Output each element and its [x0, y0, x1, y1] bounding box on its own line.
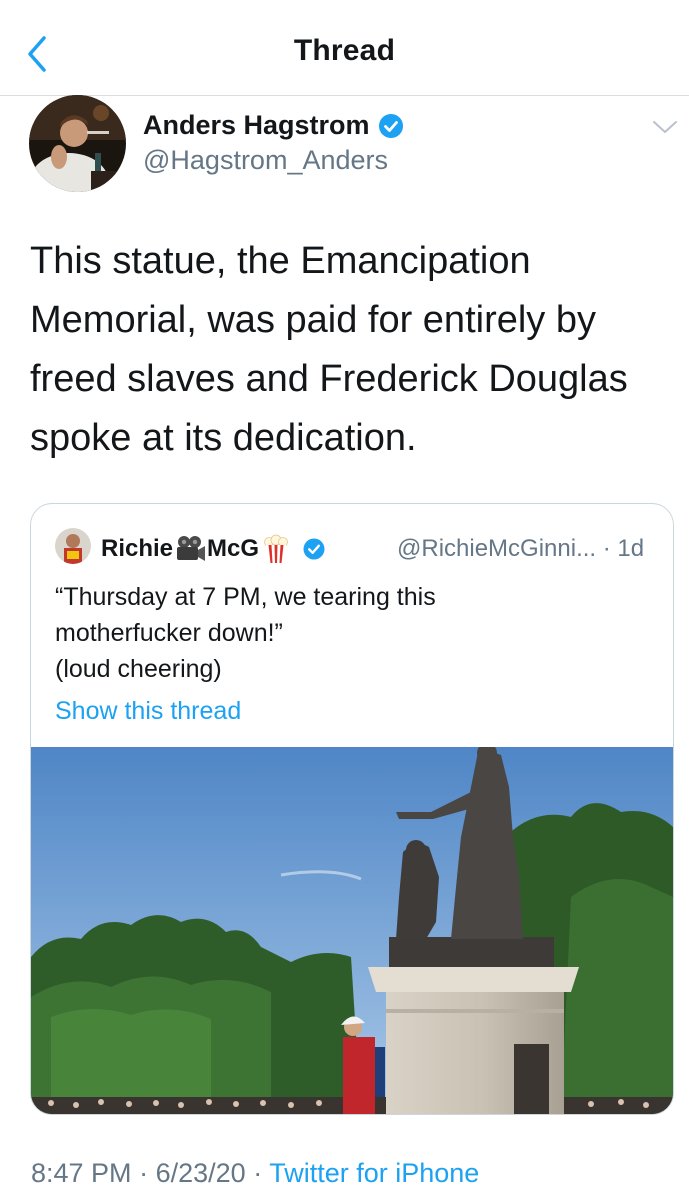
- tweet-source-link[interactable]: Twitter for iPhone: [269, 1158, 479, 1188]
- quoted-tweet-card[interactable]: Richie McG @RichieMcGinni... · 1d “Thurs…: [30, 503, 674, 1115]
- tweet-meta: 8:47 PM · 6/23/20 · Twitter for iPhone: [31, 1158, 479, 1189]
- quoted-timestamp: 1d: [617, 535, 645, 562]
- quoted-tweet-video[interactable]: [31, 743, 673, 1114]
- author-name-text: Anders Hagstrom: [143, 110, 370, 140]
- verified-badge-icon: [378, 113, 403, 138]
- quoted-author-name: Richie McG: [101, 534, 325, 564]
- quoted-handle: @RichieMcGinni...: [397, 535, 597, 562]
- quoted-tweet-text: “Thursday at 7 PM, we tearing this mothe…: [55, 579, 655, 687]
- tweet-date: 6/23/20: [155, 1158, 246, 1188]
- separator: ·: [139, 1158, 149, 1188]
- separator: ·: [253, 1158, 263, 1188]
- more-options-button[interactable]: [652, 118, 678, 136]
- movie-camera-icon: [177, 536, 206, 561]
- quoted-author-avatar: [55, 528, 91, 564]
- show-this-thread-link[interactable]: Show this thread: [55, 697, 241, 726]
- quoted-text-line: motherfucker down!”: [55, 619, 283, 647]
- quoted-name-part1: Richie: [101, 535, 174, 562]
- quoted-name-part2: McG: [207, 535, 260, 562]
- separator: ·: [602, 535, 611, 562]
- tweet-text: This statue, the Emancipation Memorial, …: [30, 240, 628, 459]
- quoted-text-line: (loud cheering): [55, 655, 222, 683]
- chevron-down-icon: [653, 121, 677, 133]
- page-title: Thread: [293, 34, 396, 67]
- verified-badge-icon: [303, 538, 325, 560]
- header-bar: Thread: [0, 0, 689, 96]
- tweet-time: 8:47 PM: [31, 1158, 132, 1188]
- quoted-text-line: “Thursday at 7 PM, we tearing this: [55, 583, 436, 611]
- author-handle[interactable]: @Hagstrom_Anders: [143, 145, 388, 176]
- avatar-image: [29, 95, 126, 192]
- quoted-avatar-image: [55, 528, 91, 564]
- author-avatar[interactable]: [29, 95, 126, 192]
- popcorn-icon: [264, 534, 288, 563]
- statue-photo: [31, 743, 673, 1114]
- author-name[interactable]: Anders Hagstrom: [143, 110, 404, 141]
- quoted-handle-line: @RichieMcGinni... · 1d: [397, 535, 644, 563]
